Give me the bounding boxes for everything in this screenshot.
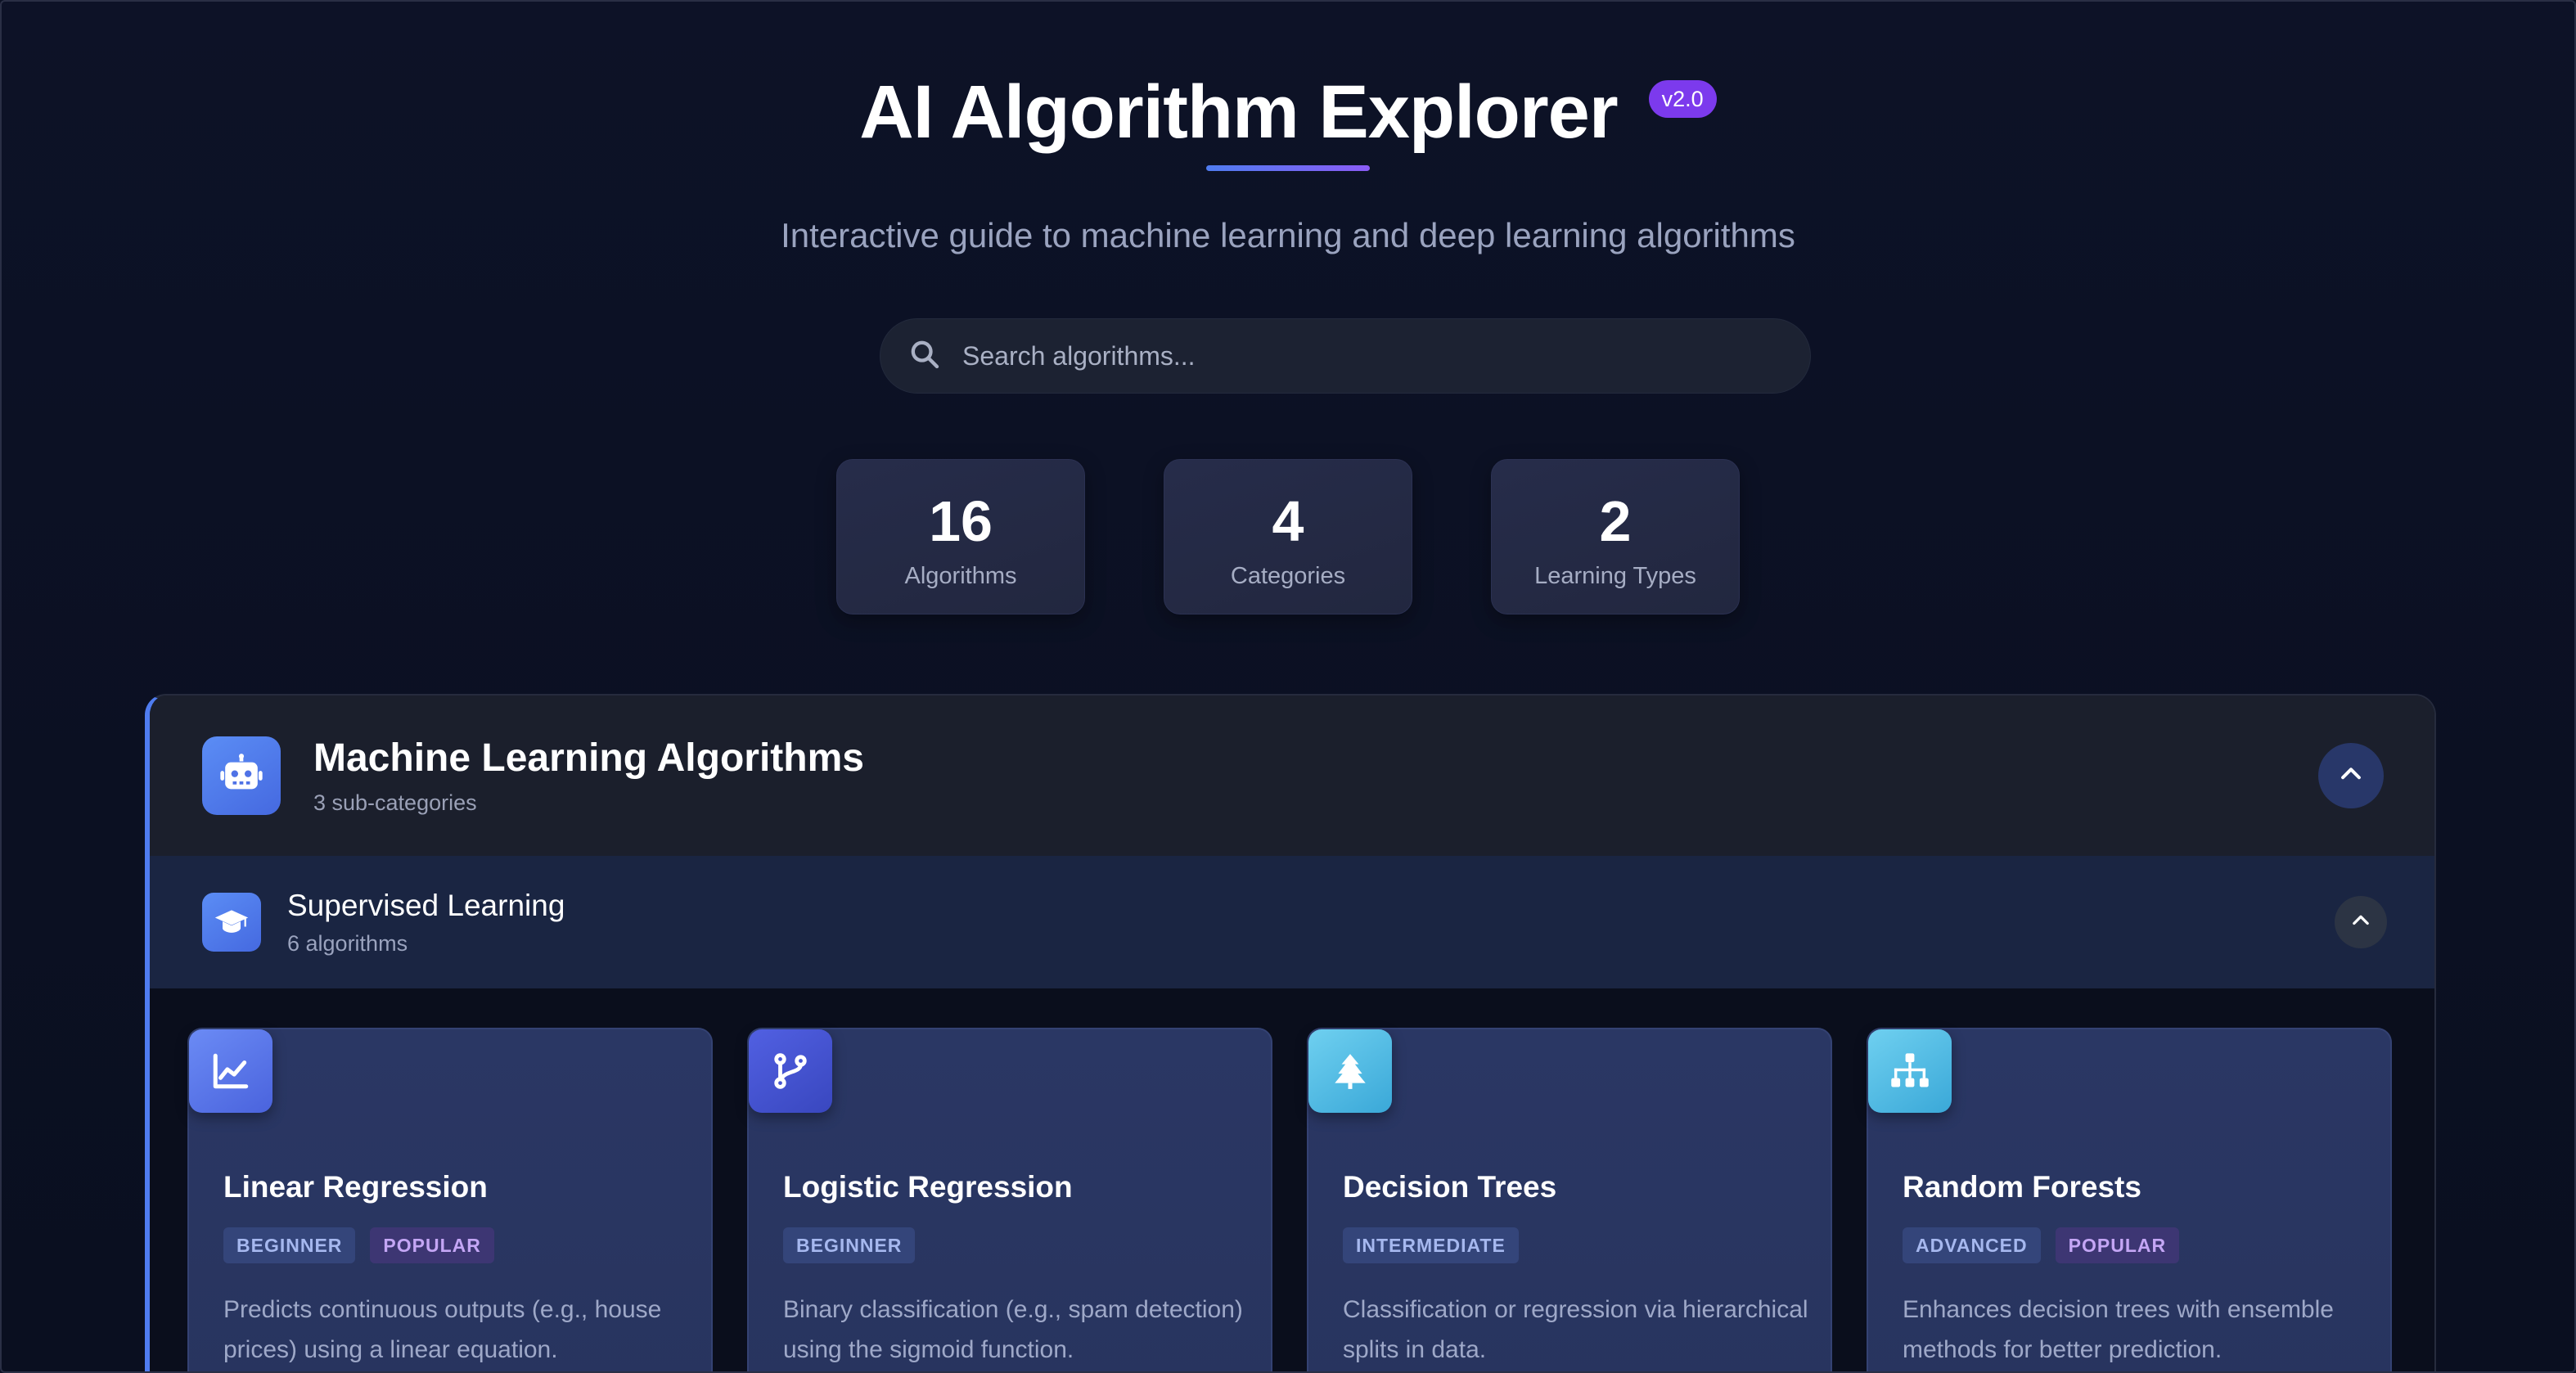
card-tags: INTERMEDIATE <box>1343 1227 1519 1263</box>
card-description: Enhances decision trees with ensemble me… <box>1903 1296 2334 1363</box>
card-description: Binary classification (e.g., spam detect… <box>783 1296 1243 1363</box>
card-title: Linear Regression <box>223 1170 488 1204</box>
stats-row: 16 Algorithms 4 Categories 2 Learning Ty… <box>2 459 2574 614</box>
card-tags: BEGINNER <box>783 1227 916 1263</box>
category-header[interactable]: Machine Learning Algorithms 3 sub-catego… <box>150 696 2434 856</box>
card-title: Logistic Regression <box>783 1170 1073 1204</box>
stat-card-learning-types: 2 Learning Types <box>1491 459 1740 614</box>
stat-value: 4 <box>1272 489 1304 553</box>
search-bar[interactable] <box>880 318 1811 394</box>
chevron-up-icon <box>2349 909 2372 936</box>
category-subtitle: 3 sub-categories <box>313 790 477 815</box>
page-title: AI Algorithm Explorer <box>859 70 1618 154</box>
stat-value: 16 <box>929 489 993 553</box>
category-text: Machine Learning Algorithms 3 sub-catego… <box>313 736 864 816</box>
category-collapse-button[interactable] <box>2318 743 2384 808</box>
stat-value: 2 <box>1599 489 1632 553</box>
algorithm-cards: Linear Regression BEGINNER POPULAR Predi… <box>150 988 2434 1371</box>
page-header: AI Algorithm Explorer v2.0 <box>2 67 2574 171</box>
subcategory-subtitle: 6 algorithms <box>287 930 408 956</box>
algorithm-card-logistic-regression[interactable]: Logistic Regression BEGINNER Binary clas… <box>747 1028 1272 1371</box>
card-title: Decision Trees <box>1343 1170 1557 1204</box>
robot-icon <box>202 736 281 815</box>
subcategory-collapse-button[interactable] <box>2335 896 2387 948</box>
algorithm-card-linear-regression[interactable]: Linear Regression BEGINNER POPULAR Predi… <box>187 1028 713 1371</box>
popular-badge: POPULAR <box>370 1227 494 1263</box>
algorithm-card-decision-trees[interactable]: Decision Trees INTERMEDIATE Classificati… <box>1307 1028 1832 1371</box>
level-badge: ADVANCED <box>1903 1227 2041 1263</box>
level-badge: BEGINNER <box>783 1227 916 1263</box>
page-subtitle: Interactive guide to machine learning an… <box>781 216 1795 254</box>
card-title: Random Forests <box>1903 1170 2141 1204</box>
popular-badge: POPULAR <box>2055 1227 2180 1263</box>
category-panel: Machine Learning Algorithms 3 sub-catego… <box>145 694 2436 1371</box>
card-tags: BEGINNER POPULAR <box>223 1227 494 1263</box>
stat-label: Categories <box>1230 563 1346 589</box>
chevron-up-icon <box>2337 760 2365 792</box>
stat-card-algorithms: 16 Algorithms <box>836 459 1085 614</box>
stat-card-categories: 4 Categories <box>1164 459 1412 614</box>
search-input[interactable] <box>962 340 1740 371</box>
title-row: AI Algorithm Explorer v2.0 <box>859 67 1717 157</box>
app-page: AI Algorithm Explorer v2.0 Interactive g… <box>0 0 2576 1373</box>
category-title: Machine Learning Algorithms <box>313 736 864 780</box>
card-tags: ADVANCED POPULAR <box>1903 1227 2180 1263</box>
tree-icon <box>1308 1029 1392 1113</box>
stat-label: Learning Types <box>1534 563 1696 589</box>
card-description: Classification or regression via hierarc… <box>1343 1296 1808 1363</box>
hierarchy-icon <box>1868 1029 1952 1113</box>
subcategory-title: Supervised Learning <box>287 888 565 922</box>
search-icon <box>908 338 941 375</box>
subcategory-text: Supervised Learning 6 algorithms <box>287 889 565 957</box>
level-badge: BEGINNER <box>223 1227 356 1263</box>
branch-icon <box>749 1029 832 1113</box>
version-badge: v2.0 <box>1648 80 1717 118</box>
graduation-cap-icon <box>202 893 261 952</box>
subcategory-header[interactable]: Supervised Learning 6 algorithms <box>150 856 2434 988</box>
stat-label: Algorithms <box>904 563 1017 589</box>
level-badge: INTERMEDIATE <box>1343 1227 1519 1263</box>
title-underline <box>1206 165 1370 171</box>
card-description: Predicts continuous outputs (e.g., house… <box>223 1296 662 1363</box>
algorithm-card-random-forests[interactable]: Random Forests ADVANCED POPULAR Enhances… <box>1867 1028 2392 1371</box>
line-chart-icon <box>189 1029 272 1113</box>
